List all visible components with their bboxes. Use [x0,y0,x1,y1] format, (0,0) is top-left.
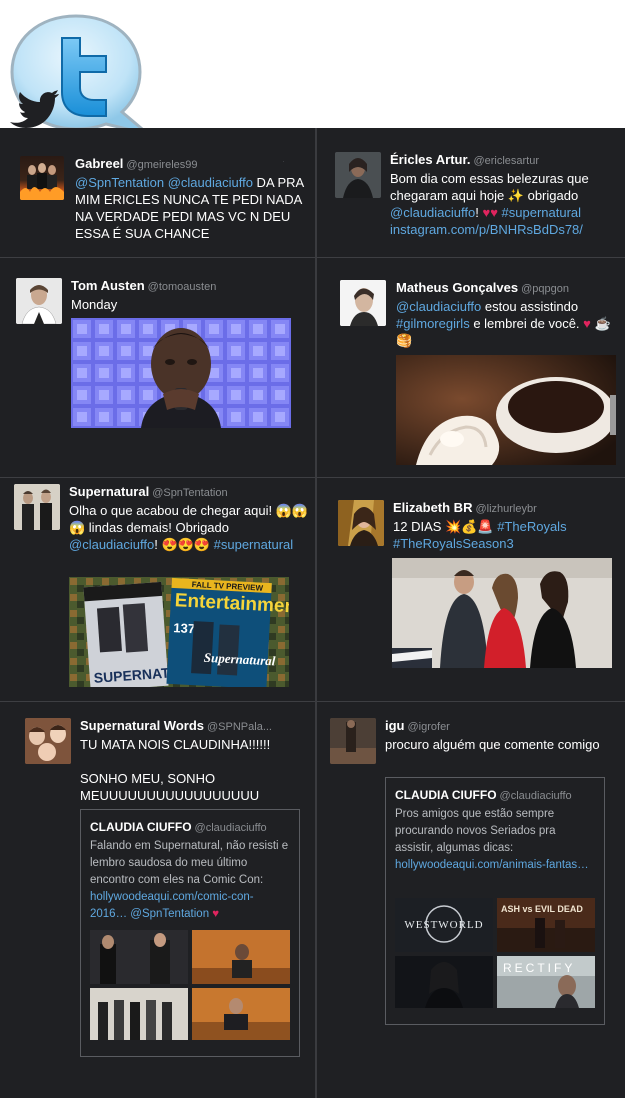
row-divider [317,701,625,702]
author-name[interactable]: Tom Austen [71,278,145,293]
timestamp: · [282,156,285,166]
thumb-title-westworld: WESTWORLD [404,919,483,931]
quoted-text-content: Falando em Supernatural, não resisti e l… [90,840,289,886]
avatar[interactable] [340,280,386,326]
heart-emoji-icon: ♥ [212,908,220,920]
author-name[interactable]: igu [385,718,405,733]
avatar[interactable] [338,500,384,546]
tweet-text-line: SONHO MEU, SONHO MEUUUUUUUUUUUUUUUUU [80,771,260,803]
tweet-text: Bom dia com essas belezuras que chegaram… [390,170,618,238]
row-divider [0,701,315,702]
author-name[interactable]: Supernatural Words [80,718,204,733]
author-handle[interactable]: @igrofer [408,721,450,733]
avatar[interactable] [330,718,376,764]
author-handle[interactable]: @tomoausten [148,281,217,293]
quoted-tweet-text: Falando em Supernatural, não resisti e l… [90,838,290,923]
author-name[interactable]: Gabreel [75,156,123,171]
avatar-image [25,718,71,764]
avatar-image [14,484,60,530]
thumb-title-evil-dead: ASH vs EVIL DEAD [501,904,583,914]
tweet-collage: Gabreel @gmeireles99 @SpnTentation @claud… [0,128,625,1098]
tweet-media-image[interactable] [71,318,291,428]
tweet-text-content: ! 😍😍😍 [154,537,214,552]
tweet-text-content: estou assistindo [481,299,579,314]
tweet-media-image[interactable] [392,558,612,668]
author-handle[interactable]: @lizhurleybr [475,503,536,515]
tweet-text-content: Bom dia com essas belezuras que chegaram… [390,171,589,203]
avatar[interactable] [20,156,64,200]
quoted-tweet[interactable]: CLAUDIA CIUFFO @claudiaciuffo Falando em … [80,809,300,1057]
media-comiccon-photos [90,930,290,1040]
avatar-image [20,163,64,200]
heart-emoji-icon: ♥♥ [482,205,498,220]
avatar-image [16,278,62,324]
tweet-text: TU MATA NOIS CLAUDINHA!!!!!! SONHO MEU, … [80,736,312,804]
quoted-media-grid[interactable] [90,930,290,1040]
quoted-link[interactable]: hollywoodeaqui.com/comic-con-2016… @SpnT… [90,891,254,920]
avatar[interactable] [25,718,71,764]
twitter-logo-icon [10,14,149,136]
author-handle[interactable]: @SPNPala... [207,721,272,733]
author-handle[interactable]: @pqpgon [521,283,569,295]
avatar-image [330,718,376,764]
author-name[interactable]: Matheus Gonçalves [396,280,518,295]
mention-link[interactable]: @claudiaciuffo [390,205,475,220]
quoted-author-handle[interactable]: @claudiaciuffo [195,822,267,834]
avatar-image [335,152,381,198]
tweet-media-image[interactable] [396,355,616,465]
quoted-media-grid[interactable]: WESTWORLD ASH vs EVIL DEAD RECTIFY [395,898,595,1008]
quoted-tweet-text: Pros amigos que estão sempre procurando … [395,806,595,874]
heart-emoji-icon: ♥ [583,316,591,331]
media-royals-photo [392,558,612,668]
media-magazines-photo: SUPERNAT FALL TV PREVIEW Entertainment 1… [69,577,289,687]
row-divider [317,257,625,258]
media-coffee-photo [396,355,616,465]
tweet-text: 12 DIAS 💥💰🚨 #TheRoyals #TheRoyalsSeason3 [393,518,618,552]
quoted-author-name[interactable]: CLAUDIA CIUFFO [90,820,192,834]
tweet-text: @SpnTentation @claudiaciuffo DA PRA MIM … [75,174,307,242]
tweet-text: Olha o que acabou de chegar aqui! 😱😱😱 li… [69,502,309,553]
avatar-image [338,500,384,546]
quoted-author-name[interactable]: CLAUDIA CIUFFO [395,788,497,802]
tweet-text: Monday [71,297,118,312]
quoted-text-content: Pros amigos que estão sempre procurando … [395,808,556,854]
author-name[interactable]: Supernatural [69,484,149,499]
hashtag-link[interactable]: #gilmoregirls [396,316,470,331]
tweet-text-content: 12 DIAS 💥💰🚨 [393,519,498,534]
avatar[interactable] [16,278,62,324]
tweet-text: @claudiaciuffo estou assistindo #gilmore… [396,298,618,349]
hashtag-link[interactable]: #supernatural [214,537,294,552]
row-divider [0,477,315,478]
quoted-link[interactable]: hollywoodeaqui.com/animais-fantas… [395,859,589,871]
mention-link[interactable]: @claudiaciuffo [69,537,154,552]
tweet-text: procuro alguém que comente comigo [385,737,600,752]
tweet-text-content: e lembrei de você. [469,316,584,331]
media-kanye-photo [71,318,291,428]
tweet-text-spacer [80,753,312,770]
media-series-thumbnails: WESTWORLD ASH vs EVIL DEAD RECTIFY [395,898,595,1008]
tweet-media-image[interactable]: SUPERNAT FALL TV PREVIEW Entertainment 1… [69,577,289,687]
mention-link[interactable]: @claudiaciuffo [396,299,481,314]
author-handle[interactable]: @ericlesartur [473,155,539,167]
column-divider [315,128,317,1098]
author-name[interactable]: Elizabeth BR [393,500,472,515]
row-divider [0,257,315,258]
author-name[interactable]: Éricles Artur. [390,152,470,167]
avatar[interactable] [14,484,60,530]
author-handle[interactable]: @gmeireles99 [126,159,197,171]
tweet-text-line: TU MATA NOIS CLAUDINHA!!!!!! [80,737,271,752]
avatar[interactable] [335,152,381,198]
row-divider [317,477,625,478]
mention-link[interactable]: @SpnTentation @claudiaciuffo [75,175,253,190]
author-handle[interactable]: @SpnTentation [152,487,227,499]
tweet-text-content: Olha o que acabou de chegar aqui! 😱😱😱 li… [69,503,309,535]
quoted-author-handle[interactable]: @claudiaciuffo [500,790,572,802]
quoted-tweet[interactable]: CLAUDIA CIUFFO @claudiaciuffo Pros amigos… [385,777,605,1025]
avatar-image [340,280,386,326]
thumb-title-rectify: RECTIFY [503,961,575,975]
